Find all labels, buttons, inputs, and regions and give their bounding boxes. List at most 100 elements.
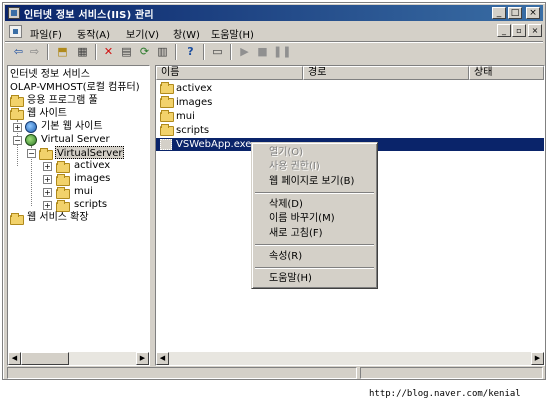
status-pane-secondary <box>360 367 543 379</box>
stop-icon[interactable]: ■ <box>255 45 270 59</box>
folder-icon <box>160 96 174 108</box>
toolbar-separator <box>230 44 232 60</box>
status-pane-main <box>7 367 357 379</box>
up-folder-icon[interactable]: ⬒ <box>55 45 70 59</box>
menu-action[interactable]: 동작(A) <box>77 26 110 41</box>
menu-window[interactable]: 창(W) <box>173 26 200 41</box>
show-hide-tree-icon[interactable]: ▦ <box>75 45 90 59</box>
list-item-name: images <box>176 97 213 108</box>
list-item[interactable]: activex <box>156 82 544 95</box>
list-horizontal-scrollbar[interactable]: ◀ ▶ <box>156 352 544 365</box>
pause-icon[interactable]: ❚❚ <box>273 45 291 59</box>
tree-root-item[interactable]: 인터넷 정보 서비스 <box>10 68 90 81</box>
menu-file[interactable]: 파일(F) <box>30 26 62 41</box>
forward-icon[interactable]: ⇨ <box>27 45 42 59</box>
scroll-right-button[interactable]: ▶ <box>531 352 544 365</box>
scroll-left-button[interactable]: ◀ <box>156 352 169 365</box>
ctx-open[interactable]: 열기(O) <box>255 146 374 159</box>
tree-activex-item[interactable]: activex <box>74 159 110 172</box>
folder-icon <box>56 187 70 199</box>
expand-activex-toggle[interactable]: + <box>43 162 52 171</box>
mdi-close-button[interactable]: × <box>528 24 542 37</box>
folder-icon <box>10 213 24 225</box>
mdi-restore-button[interactable]: ▫ <box>512 24 526 37</box>
ctx-delete[interactable]: 삭제(D) <box>255 198 374 211</box>
minimize-button[interactable]: _ <box>492 7 506 19</box>
column-header-name[interactable]: 이름 <box>156 66 303 80</box>
collapse-virtual-server-toggle[interactable]: − <box>13 136 22 145</box>
tree-images-item[interactable]: images <box>74 172 110 185</box>
column-header-path[interactable]: 경로 <box>303 66 469 80</box>
website-icon <box>25 134 37 146</box>
mdi-minimize-button[interactable]: _ <box>497 24 511 37</box>
close-button[interactable]: × <box>526 7 540 19</box>
start-icon[interactable]: ▶ <box>237 45 252 59</box>
expand-default-site-toggle[interactable]: + <box>13 123 22 132</box>
ctx-help[interactable]: 도움말(H) <box>255 272 374 285</box>
scroll-right-button[interactable]: ▶ <box>136 352 149 365</box>
maximize-button[interactable]: □ <box>508 7 522 19</box>
ctx-separator <box>255 192 374 194</box>
tree-virtual-server-item[interactable]: Virtual Server <box>41 133 110 146</box>
tree-mui-item[interactable]: mui <box>74 185 93 198</box>
scroll-thumb[interactable] <box>21 352 69 365</box>
folder-icon <box>56 161 70 173</box>
blog-url-watermark: http://blog.naver.com/kenial <box>369 389 521 399</box>
refresh-icon[interactable]: ⟳ <box>137 45 152 59</box>
list-item[interactable]: scripts <box>156 124 544 137</box>
tree-virtualserver-child-item[interactable]: VirtualServer <box>55 146 125 159</box>
executable-file-icon <box>160 139 172 150</box>
list-item[interactable]: images <box>156 96 544 109</box>
folder-icon <box>160 110 174 122</box>
toolbar-separator <box>47 44 49 60</box>
tree-web-sites-item[interactable]: 웹 사이트 <box>27 107 67 120</box>
folder-icon <box>56 174 70 186</box>
tree-computer-item[interactable]: OLAP-VMHOST(로컬 컴퓨터) <box>10 81 140 94</box>
list-item-name: VSWebApp.exe <box>176 139 252 150</box>
toolbar: ⇦ ⇨ ⬒ ▦ ✕ ▤ ⟳ ▥ ? ▭ ▶ ■ ❚❚ <box>5 41 543 62</box>
folder-icon <box>160 124 174 136</box>
menu-help[interactable]: 도움말(H) <box>211 26 254 41</box>
ctx-permissions[interactable]: 사용 권한(I) <box>255 160 374 173</box>
ctx-separator <box>255 244 374 246</box>
window-title: 인터넷 정보 서비스(IIS) 관리 <box>24 10 154 21</box>
tree-horizontal-scrollbar[interactable]: ◀ ▶ <box>8 352 149 365</box>
toolbar-separator <box>175 44 177 60</box>
folder-icon <box>39 148 53 160</box>
list-item-name: activex <box>176 83 213 94</box>
ctx-browse[interactable]: 웹 페이지로 보기(B) <box>255 175 374 188</box>
iis-app-icon[interactable] <box>8 7 20 19</box>
context-menu: 열기(O) 사용 권한(I) 웹 페이지로 보기(B) 삭제(D) 이름 바꾸기… <box>251 142 378 289</box>
properties-icon[interactable]: ▤ <box>119 45 134 59</box>
expand-mui-toggle[interactable]: + <box>43 188 52 197</box>
back-icon[interactable]: ⇦ <box>11 45 26 59</box>
export-list-icon[interactable]: ▥ <box>155 45 170 59</box>
tree-app-pools-item[interactable]: 응용 프로그램 풀 <box>27 94 98 107</box>
ctx-rename[interactable]: 이름 바꾸기(M) <box>255 212 374 225</box>
column-header-status[interactable]: 상태 <box>469 66 544 80</box>
mdi-system-menu-icon[interactable] <box>9 25 22 38</box>
list-item[interactable]: mui <box>156 110 544 123</box>
computer-icon[interactable]: ▭ <box>210 45 225 59</box>
tree-default-site-item[interactable]: 기본 웹 사이트 <box>41 120 103 133</box>
tree-ext-item[interactable]: 웹 서비스 확장 <box>27 211 89 224</box>
collapse-virtualserver-child-toggle[interactable]: − <box>27 149 36 158</box>
tree-scripts-item[interactable]: scripts <box>74 198 107 211</box>
list-item-name: scripts <box>176 125 210 136</box>
toolbar-separator <box>203 44 205 60</box>
expand-scripts-toggle[interactable]: + <box>43 201 52 210</box>
ctx-properties[interactable]: 속성(R) <box>255 250 374 263</box>
tree-pane[interactable]: 인터넷 정보 서비스 OLAP-VMHOST(로컬 컴퓨터) 응용 프로그램 풀… <box>7 65 150 366</box>
toolbar-separator <box>95 44 97 60</box>
status-bar <box>7 367 543 379</box>
scroll-left-button[interactable]: ◀ <box>8 352 21 365</box>
menu-bar: 파일(F) 동작(A) 보기(V) 창(W) 도움말(H) _ ▫ × <box>5 23 543 41</box>
delete-icon[interactable]: ✕ <box>101 45 116 59</box>
help-icon[interactable]: ? <box>183 45 198 59</box>
globe-icon <box>25 121 37 133</box>
folder-icon <box>10 108 24 120</box>
ctx-refresh[interactable]: 새로 고침(F) <box>255 227 374 240</box>
expand-images-toggle[interactable]: + <box>43 175 52 184</box>
title-bar[interactable]: 인터넷 정보 서비스(IIS) 관리 _ □ × <box>5 5 543 21</box>
menu-view[interactable]: 보기(V) <box>126 26 159 41</box>
